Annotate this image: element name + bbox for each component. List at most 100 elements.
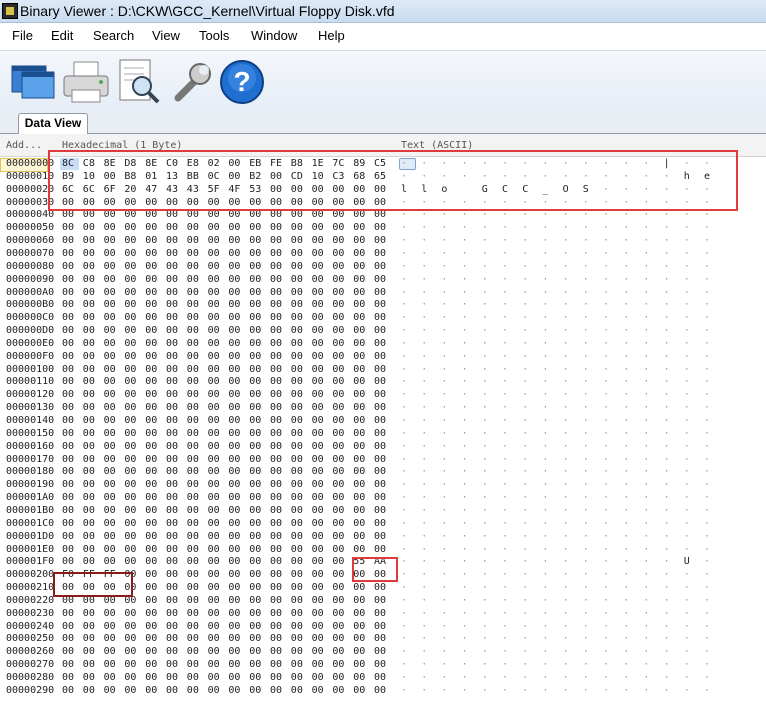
hex-byte[interactable]: 00: [374, 312, 386, 325]
ascii-char[interactable]: ·: [482, 595, 488, 608]
ascii-char[interactable]: ·: [583, 389, 589, 402]
ascii-char[interactable]: ·: [563, 646, 569, 659]
ascii-char[interactable]: ·: [623, 531, 629, 544]
hex-byte[interactable]: 00: [228, 197, 240, 210]
ascii-char[interactable]: ·: [623, 184, 629, 197]
hex-byte[interactable]: 00: [374, 646, 386, 659]
hex-byte[interactable]: 00: [166, 222, 178, 235]
ascii-char[interactable]: ·: [563, 389, 569, 402]
ascii-char[interactable]: ·: [643, 646, 649, 659]
hex-byte[interactable]: 00: [291, 312, 303, 325]
ascii-char[interactable]: ·: [462, 325, 468, 338]
hex-byte[interactable]: 00: [270, 376, 282, 389]
ascii-char[interactable]: ·: [623, 466, 629, 479]
ascii-char[interactable]: ·: [664, 531, 670, 544]
hex-byte[interactable]: 00: [208, 595, 220, 608]
hex-byte[interactable]: 00: [312, 415, 324, 428]
ascii-char[interactable]: ·: [563, 197, 569, 210]
ascii-char[interactable]: ·: [462, 621, 468, 634]
ascii-char[interactable]: ·: [421, 415, 427, 428]
ascii-char[interactable]: ·: [704, 184, 710, 197]
ascii-char[interactable]: ·: [664, 544, 670, 557]
hex-byte[interactable]: 00: [249, 466, 261, 479]
hex-byte[interactable]: 00: [249, 454, 261, 467]
ascii-char[interactable]: ·: [441, 261, 447, 274]
ascii-char[interactable]: ·: [462, 402, 468, 415]
ascii-char[interactable]: ·: [502, 672, 508, 685]
hex-byte[interactable]: 00: [208, 325, 220, 338]
hex-byte[interactable]: 00: [291, 364, 303, 377]
ascii-char[interactable]: ·: [502, 299, 508, 312]
hex-byte[interactable]: 00: [83, 248, 95, 261]
hex-byte[interactable]: 00: [353, 222, 365, 235]
hex-byte[interactable]: 00: [62, 672, 74, 685]
table-row[interactable]: 00000060 00 00 00 00 00 00 00 00 00 00 00 00 00 00 00 00…: [0, 235, 766, 248]
hex-byte[interactable]: 00: [332, 287, 344, 300]
ascii-char[interactable]: ·: [542, 544, 548, 557]
ascii-char[interactable]: ·: [704, 466, 710, 479]
ascii-char[interactable]: ·: [643, 351, 649, 364]
hex-byte[interactable]: 00: [291, 415, 303, 428]
hex-byte[interactable]: 00: [145, 544, 157, 557]
hex-byte[interactable]: 00: [270, 171, 282, 184]
hex-byte[interactable]: 00: [83, 685, 95, 698]
table-row[interactable]: 00000260 00 00 00 00 00 00 00 00 00 00 00 00 00 00 00 00…: [0, 646, 766, 659]
ascii-char[interactable]: ·: [623, 569, 629, 582]
hex-byte[interactable]: 00: [62, 197, 74, 210]
table-row[interactable]: 00000000 8C C8 8E D8 8E C0 E8 02 00 EB FE B8 1E 7C 89 C5…: [0, 158, 766, 171]
table-row[interactable]: 00000190 00 00 00 00 00 00 00 00 00 00 00 00 00 00 00 00…: [0, 479, 766, 492]
hex-byte[interactable]: 00: [332, 248, 344, 261]
hex-byte[interactable]: 00: [145, 672, 157, 685]
ascii-char[interactable]: ·: [441, 492, 447, 505]
hex-byte[interactable]: 00: [270, 415, 282, 428]
hex-byte[interactable]: 00: [166, 454, 178, 467]
hex-byte[interactable]: 00: [62, 531, 74, 544]
hex-byte[interactable]: 00: [187, 633, 199, 646]
hex-byte[interactable]: 00: [353, 338, 365, 351]
ascii-char[interactable]: ·: [583, 222, 589, 235]
menu-view[interactable]: View: [152, 28, 180, 43]
hex-byte[interactable]: 00: [62, 659, 74, 672]
ascii-char[interactable]: ·: [522, 531, 528, 544]
hex-byte[interactable]: 00: [145, 505, 157, 518]
hex-byte[interactable]: 6C: [83, 184, 95, 197]
ascii-char[interactable]: ·: [643, 428, 649, 441]
hex-byte[interactable]: 00: [104, 672, 116, 685]
ascii-char[interactable]: ·: [684, 428, 690, 441]
ascii-char[interactable]: ·: [704, 659, 710, 672]
ascii-char[interactable]: ·: [603, 274, 609, 287]
table-row[interactable]: 000001D0 00 00 00 00 00 00 00 00 00 00 00 00 00 00 00 00…: [0, 531, 766, 544]
hex-byte[interactable]: 00: [291, 556, 303, 569]
ascii-char[interactable]: ·: [623, 209, 629, 222]
hex-byte[interactable]: 00: [332, 454, 344, 467]
ascii-char[interactable]: C: [502, 184, 508, 197]
ascii-char[interactable]: ·: [563, 325, 569, 338]
ascii-char[interactable]: ·: [441, 389, 447, 402]
ascii-char[interactable]: ·: [462, 492, 468, 505]
hex-byte[interactable]: 00: [104, 197, 116, 210]
ascii-char[interactable]: ·: [421, 376, 427, 389]
hex-byte[interactable]: 00: [249, 274, 261, 287]
ascii-char[interactable]: ·: [623, 299, 629, 312]
hex-byte[interactable]: 00: [62, 608, 74, 621]
table-row[interactable]: 00000130 00 00 00 00 00 00 00 00 00 00 00 00 00 00 00 00…: [0, 402, 766, 415]
ascii-char[interactable]: ·: [482, 518, 488, 531]
hex-byte[interactable]: 00: [332, 441, 344, 454]
ascii-char[interactable]: ·: [401, 544, 407, 557]
ascii-char[interactable]: ·: [421, 582, 427, 595]
hex-byte[interactable]: 00: [353, 466, 365, 479]
hex-byte[interactable]: 00: [353, 441, 365, 454]
hex-byte[interactable]: 00: [332, 209, 344, 222]
hex-byte[interactable]: 00: [83, 287, 95, 300]
hex-byte[interactable]: 00: [62, 376, 74, 389]
hex-byte[interactable]: 00: [353, 364, 365, 377]
hex-byte[interactable]: 00: [187, 505, 199, 518]
hex-byte[interactable]: 00: [187, 415, 199, 428]
hex-byte[interactable]: 00: [166, 235, 178, 248]
hex-byte[interactable]: 4F: [228, 184, 240, 197]
hex-byte[interactable]: 00: [187, 274, 199, 287]
hex-byte[interactable]: 00: [291, 197, 303, 210]
ascii-char[interactable]: ·: [421, 325, 427, 338]
ascii-char[interactable]: ·: [664, 325, 670, 338]
hex-byte[interactable]: 00: [208, 441, 220, 454]
